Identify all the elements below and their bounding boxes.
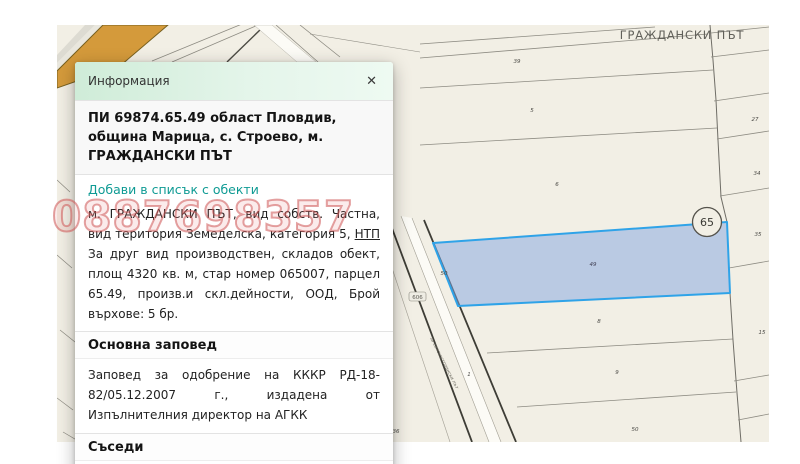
svg-text:15: 15 <box>759 330 766 336</box>
svg-text:35: 35 <box>755 232 762 238</box>
svg-text:1: 1 <box>467 372 471 378</box>
panel-title: Информация <box>88 74 170 88</box>
order-text: Заповед за одобрение на КККР РД-18-82/05… <box>88 368 380 422</box>
svg-text:606: 606 <box>412 295 423 301</box>
map-area-label: ГРАЖДАНСКИ ПЪТ <box>620 28 745 42</box>
selected-parcel-number: 49 <box>590 262 597 268</box>
ntp-abbreviation: НТП <box>354 227 380 241</box>
info-panel-header: Информация ✕ <box>75 62 393 100</box>
svg-text:27: 27 <box>752 117 759 123</box>
road-606-badge: 606 <box>408 291 427 302</box>
svg-text:6: 6 <box>555 182 559 188</box>
parcel-title: ПИ 69874.65.49 област Пловдив, община Ма… <box>75 100 393 175</box>
section-heading-order: Основна заповед <box>75 331 393 359</box>
details-before-ntp: м. ГРАЖДАНСКИ ПЪТ, вид собств. Частна, в… <box>88 207 380 241</box>
region-65-marker: 65 <box>691 206 723 238</box>
svg-text:5: 5 <box>530 108 534 114</box>
svg-text:39: 39 <box>514 59 521 65</box>
parcel-details: м. ГРАЖДАНСКИ ПЪТ, вид собств. Частна, в… <box>88 204 380 324</box>
close-icon[interactable]: ✕ <box>363 73 380 90</box>
svg-text:9: 9 <box>615 370 619 376</box>
svg-text:50: 50 <box>441 271 448 277</box>
cadastre-viewer: 65 606 ГРАЖДАНСКИ ПЪТ за селскостопански… <box>0 0 800 464</box>
svg-text:50: 50 <box>632 427 639 433</box>
region-65-label: 65 <box>700 216 714 229</box>
svg-text:8: 8 <box>597 319 601 325</box>
details-after-ntp: За друг вид производствен, складов обект… <box>88 247 380 321</box>
add-to-list-link[interactable]: Добави в списък с обекти <box>75 175 393 199</box>
section-heading-neighbours: Съседи <box>75 433 393 461</box>
svg-text:36: 36 <box>393 429 400 435</box>
svg-text:34: 34 <box>754 171 761 177</box>
selected-parcel-65-49[interactable] <box>432 221 731 307</box>
info-panel: Информация ✕ ПИ 69874.65.49 област Пловд… <box>75 62 393 464</box>
minor-roads-top <box>151 25 421 63</box>
